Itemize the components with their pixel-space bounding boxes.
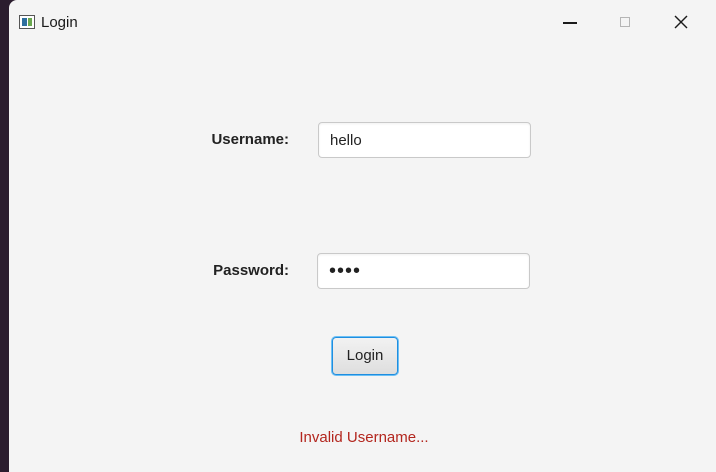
app-icon <box>19 15 35 29</box>
maximize-button[interactable] <box>597 0 653 46</box>
login-button[interactable]: Login <box>332 337 398 375</box>
close-icon <box>674 15 688 29</box>
window-title: Login <box>41 14 78 31</box>
username-label: Username: <box>211 131 289 148</box>
error-message: Invalid Username... <box>299 429 429 446</box>
maximize-icon <box>620 17 630 27</box>
password-label: Password: <box>213 262 289 279</box>
minimize-button[interactable] <box>541 0 597 46</box>
password-input[interactable] <box>317 253 530 289</box>
login-window: Login Username: Password: Login Invalid … <box>9 0 716 472</box>
username-input[interactable] <box>318 122 531 158</box>
app-icon-pane-right <box>28 18 32 26</box>
title-bar[interactable]: Login <box>9 0 716 46</box>
minimize-icon <box>563 22 577 24</box>
app-icon-pane-left <box>22 18 27 26</box>
close-button[interactable] <box>653 0 709 46</box>
